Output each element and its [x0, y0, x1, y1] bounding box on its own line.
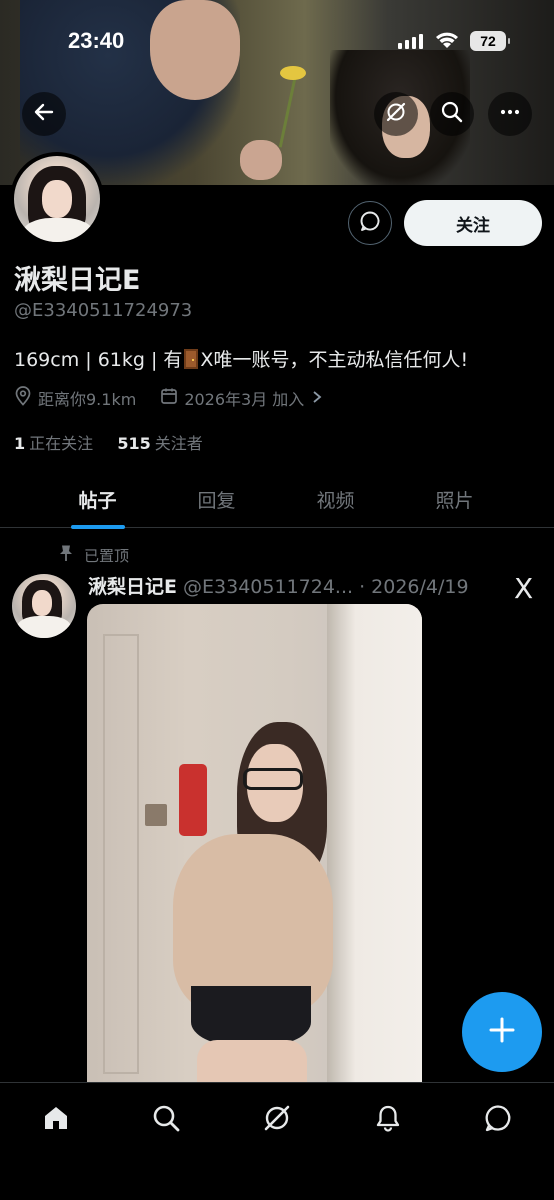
tab-videos[interactable]: 视频	[276, 470, 395, 528]
profile-handle: @E3340511724973	[14, 300, 193, 321]
post-author-name[interactable]: 湫梨日记E	[88, 576, 177, 598]
location-pin-icon	[14, 386, 32, 410]
more-button[interactable]	[488, 92, 532, 136]
status-bar: 23:40 72	[0, 0, 554, 80]
post-date[interactable]: 2026/4/19	[371, 576, 468, 598]
chat-icon	[483, 1103, 513, 1137]
x-logo-icon: X	[514, 572, 534, 605]
post-image[interactable]	[87, 604, 422, 1084]
grok-button[interactable]	[374, 92, 418, 136]
message-button[interactable]	[348, 201, 392, 245]
compose-button[interactable]	[462, 992, 542, 1072]
tab-posts[interactable]: 帖子	[38, 470, 157, 529]
profile-avatar[interactable]	[10, 152, 104, 246]
post-author-handle[interactable]: @E3340511724...	[183, 576, 353, 598]
post-avatar[interactable]	[12, 574, 76, 638]
profile-tabs: 帖子 回复 视频 照片	[0, 470, 554, 529]
search-icon	[440, 100, 464, 128]
grok-icon	[262, 1103, 292, 1137]
profile-meta: 距离你9.1km 2026年3月 加入	[14, 386, 322, 410]
search-button[interactable]	[430, 92, 474, 136]
back-button[interactable]	[22, 92, 66, 136]
profile-bio: 169cm | 61kg | 有 X唯一账号，不主动私信任何人!	[14, 345, 468, 372]
following-link[interactable]: 1 正在关注	[14, 434, 93, 453]
battery-indicator: 72	[470, 31, 510, 51]
signal-icon	[398, 34, 423, 49]
search-icon	[151, 1103, 181, 1137]
message-icon	[359, 210, 381, 236]
nav-messages[interactable]	[478, 1100, 518, 1140]
pinned-label: 已置顶	[84, 546, 130, 565]
bio-text-end: X唯一账号，不主动私信任何人!	[200, 349, 469, 371]
nav-notifications[interactable]	[368, 1100, 408, 1140]
home-icon	[41, 1103, 71, 1137]
wifi-icon	[434, 30, 460, 54]
calendar-icon	[160, 387, 178, 409]
profile-location: 距离你9.1km	[38, 390, 137, 409]
arrow-left-icon	[33, 101, 55, 127]
more-icon	[498, 100, 522, 128]
tab-photos[interactable]: 照片	[395, 470, 514, 528]
chevron-right-icon[interactable]	[312, 389, 322, 408]
pin-icon	[58, 544, 74, 566]
nav-grok[interactable]	[257, 1100, 297, 1140]
bell-icon	[373, 1103, 403, 1137]
grok-icon	[384, 100, 408, 128]
post-header: 湫梨日记E @E3340511724... · 2026/4/19	[88, 576, 469, 598]
plus-icon	[488, 1016, 516, 1048]
profile-joined: 2026年3月 加入	[184, 390, 305, 409]
follow-stats: 1 正在关注 515 关注者	[14, 430, 203, 454]
profile-name: 湫梨日记E	[14, 265, 141, 296]
followers-link[interactable]: 515 关注者	[117, 434, 202, 453]
pinned-indicator: 已置顶	[58, 544, 129, 566]
door-emoji-icon	[184, 349, 199, 369]
bio-text-start: 169cm | 61kg | 有	[14, 349, 183, 371]
nav-home[interactable]	[36, 1100, 76, 1140]
tab-replies[interactable]: 回复	[157, 470, 276, 528]
nav-search[interactable]	[146, 1100, 186, 1140]
banner-hand	[240, 140, 282, 180]
follow-button[interactable]: 关注	[404, 200, 542, 246]
status-time: 23:40	[68, 28, 125, 53]
banner-flower-stem	[278, 78, 297, 148]
